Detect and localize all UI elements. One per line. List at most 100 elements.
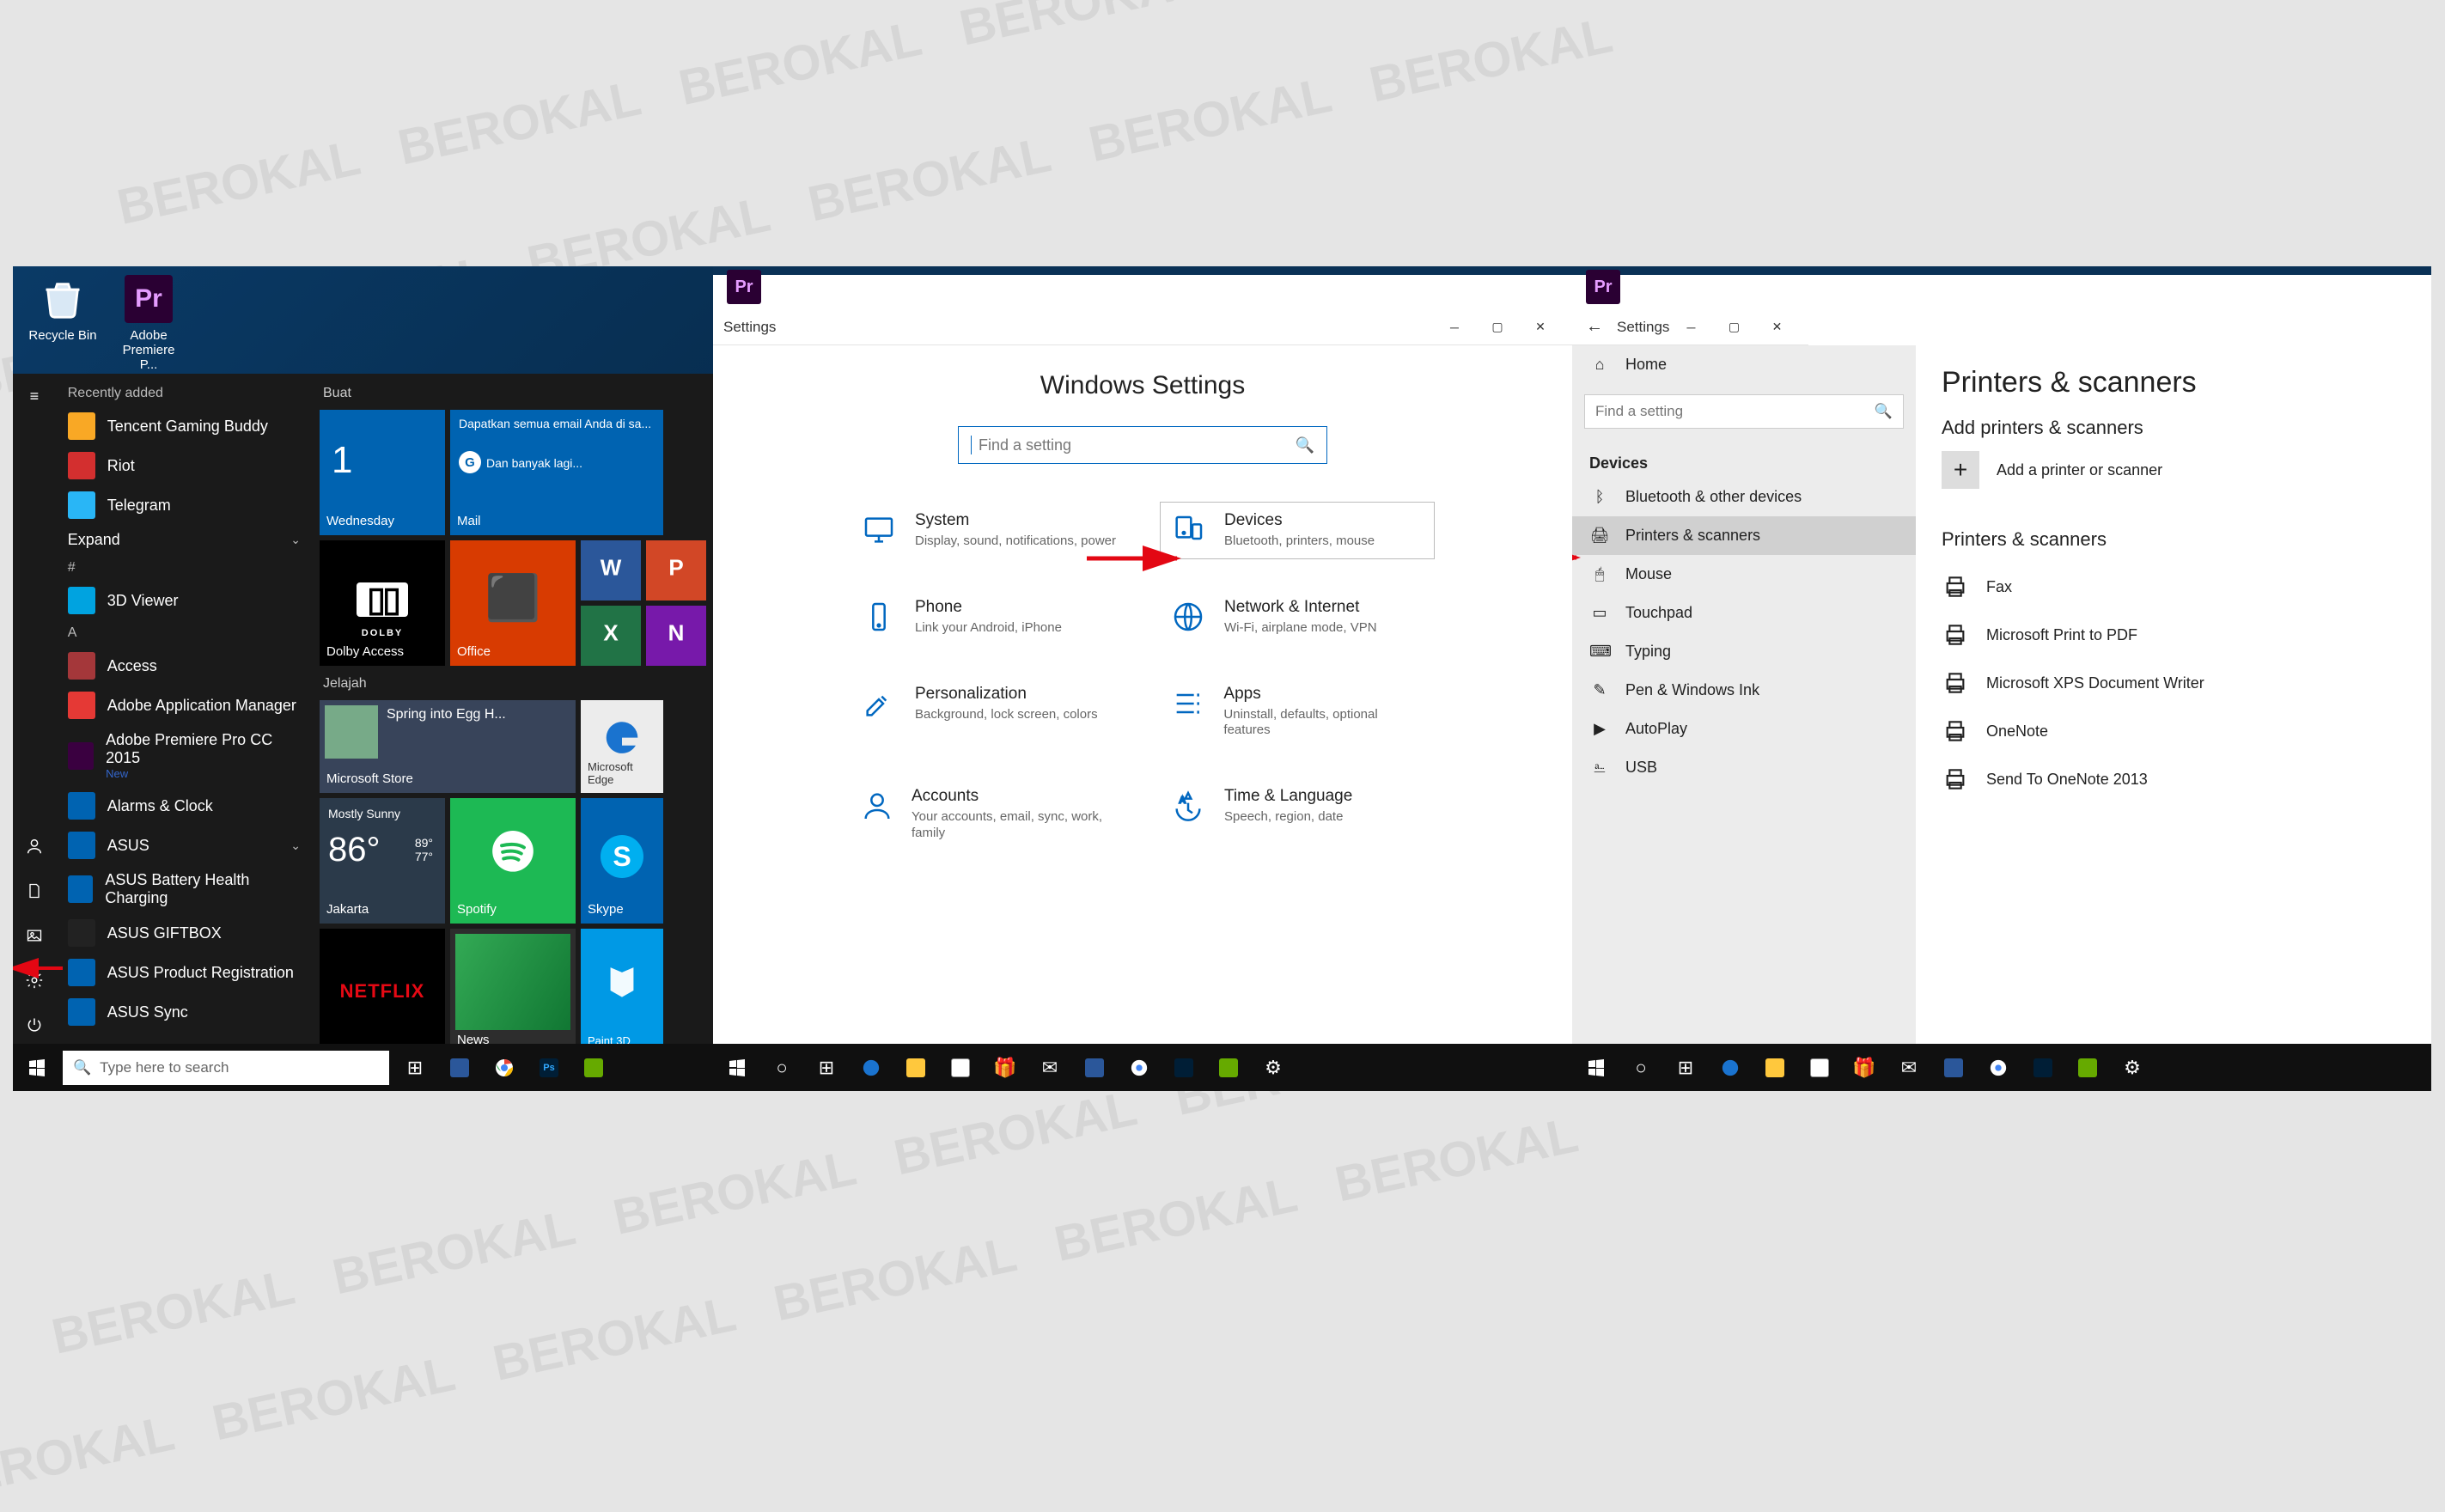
settings-card-devices[interactable]: Devices Bluetooth, printers, mouse [1160,502,1435,559]
sidebar-home[interactable]: ⌂ Home [1572,345,1916,384]
taskbar-store[interactable] [942,1049,979,1087]
app-row[interactable]: 3D Viewer [59,581,309,620]
tile-weather[interactable]: Mostly Sunny 86° 89°77° Jakarta [320,798,445,924]
add-printer-button[interactable]: + Add a printer or scanner [1942,451,2405,489]
tile-powerpoint[interactable]: P [646,540,706,601]
taskbar-app-green[interactable] [1210,1049,1247,1087]
maximize-button[interactable]: ▢ [1476,309,1519,345]
rail-expand-icon[interactable]: ≡ [22,384,46,408]
taskbar-photoshop[interactable] [2024,1049,2062,1087]
sidebar-item-printers[interactable]: 🖨 Printers & scanners [1572,516,1916,555]
settings-card-apps[interactable]: Apps Uninstall, defaults, optional featu… [1160,675,1435,749]
rail-documents-icon[interactable] [22,879,46,903]
sidebar-item-usb[interactable]: ⎁ USB [1572,748,1916,787]
rail-settings-icon[interactable] [22,968,46,992]
tile-news[interactable]: News [450,929,576,1054]
taskbar-explorer[interactable] [897,1049,935,1087]
app-list-letter[interactable]: # [59,555,309,581]
taskbar-gift[interactable]: 🎁 [986,1049,1024,1087]
printer-item[interactable]: Microsoft XPS Document Writer [1942,659,2405,707]
taskbar-mail[interactable]: ✉ [1031,1049,1069,1087]
taskbar-gift[interactable]: 🎁 [1845,1049,1883,1087]
app-row[interactable]: ASUS ⌄ [59,826,309,865]
tile-netflix[interactable]: NETFLIX [320,929,445,1054]
taskbar-app-green[interactable] [575,1049,613,1087]
tile-spotify[interactable]: Spotify [450,798,576,924]
app-list-letter[interactable]: A [59,620,309,646]
taskbar-word[interactable] [1935,1049,1972,1087]
sidebar-item-autoplay[interactable]: ▶ AutoPlay [1572,710,1916,748]
settings-card-time[interactable]: A Time & Language Speech, region, date [1160,777,1435,851]
start-button[interactable] [1577,1049,1615,1087]
app-row[interactable]: ASUS Battery Health Charging [59,865,309,913]
tile-edge[interactable]: Microsoft Edge [581,700,663,793]
rail-pictures-icon[interactable] [22,924,46,948]
expand-row[interactable]: Expand ⌄ [59,525,309,555]
tile-skype[interactable]: S Skype [581,798,663,924]
taskbar-edge[interactable] [1711,1049,1749,1087]
taskbar-search[interactable]: 🔍 Type here to search [63,1051,389,1085]
taskbar-search-icon[interactable]: ○ [1622,1049,1660,1087]
settings-card-phone[interactable]: Phone Link your Android, iPhone [851,588,1125,646]
settings-card-personalization[interactable]: Personalization Background, lock screen,… [851,675,1125,749]
maximize-button[interactable]: ▢ [1712,309,1755,345]
sidebar-search[interactable]: Find a setting 🔍 [1584,394,1904,429]
taskbar-photoshop[interactable]: Ps [530,1049,568,1087]
taskbar-photoshop[interactable] [1165,1049,1203,1087]
printer-item[interactable]: Fax [1942,563,2405,611]
desktop-icon-premiere[interactable]: Pr Adobe Premiere P... [114,275,183,372]
sidebar-item-typing[interactable]: ⌨ Typing [1572,632,1916,671]
taskbar-word[interactable] [441,1049,479,1087]
printer-item[interactable]: OneNote [1942,707,2405,755]
taskbar-explorer[interactable] [1756,1049,1794,1087]
printer-item[interactable]: Microsoft Print to PDF [1942,611,2405,659]
app-row[interactable]: Access [59,646,309,686]
taskbar-chrome[interactable] [1120,1049,1158,1087]
start-button[interactable] [18,1049,56,1087]
taskbar-edge[interactable] [852,1049,890,1087]
app-row-recent[interactable]: Riot [59,446,309,485]
taskbar-mail[interactable]: ✉ [1890,1049,1928,1087]
close-button[interactable]: ✕ [1755,309,1798,345]
taskbar-settings-open[interactable]: ⚙ [1254,1049,1292,1087]
taskbar-search-icon[interactable]: ○ [763,1049,801,1087]
rail-power-icon[interactable] [22,1013,46,1037]
minimize-button[interactable]: ─ [1433,309,1476,345]
tile-store[interactable]: Spring into Egg H... Microsoft Store [320,700,576,793]
settings-card-accounts[interactable]: Accounts Your accounts, email, sync, wor… [851,777,1125,851]
taskbar-settings-open[interactable]: ⚙ [2113,1049,2151,1087]
tile-mail[interactable]: Dapatkan semua email Anda di sa... Dan b… [450,410,663,535]
app-row[interactable]: Adobe Application Manager [59,686,309,725]
sidebar-item-pen[interactable]: ✎ Pen & Windows Ink [1572,671,1916,710]
taskbar-store[interactable] [1801,1049,1838,1087]
taskbar-chrome[interactable] [1979,1049,2017,1087]
tile-dolby[interactable]: ▯▯ DOLBY Dolby Access [320,540,445,666]
tile-office[interactable]: ⬛ Office [450,540,576,666]
start-button[interactable] [718,1049,756,1087]
sidebar-item-touchpad[interactable]: ▭ Touchpad [1572,594,1916,632]
tile-paint3d[interactable]: Paint 3D [581,929,663,1054]
taskbar-chrome[interactable] [485,1049,523,1087]
settings-card-system[interactable]: System Display, sound, notifications, po… [851,502,1125,559]
app-row[interactable]: ASUS Sync [59,992,309,1032]
minimize-button[interactable]: ─ [1669,309,1712,345]
close-button[interactable]: ✕ [1519,309,1562,345]
task-view-icon[interactable]: ⊞ [1667,1049,1704,1087]
taskbar-app-green[interactable] [2069,1049,2107,1087]
task-view-icon[interactable]: ⊞ [396,1049,434,1087]
app-row-recent[interactable]: Tencent Gaming Buddy [59,406,309,446]
sidebar-item-bluetooth[interactable]: ᛒ Bluetooth & other devices [1572,478,1916,516]
app-row-recent[interactable]: Telegram [59,485,309,525]
taskbar-word[interactable] [1076,1049,1113,1087]
tile-onenote[interactable]: N [646,606,706,666]
app-row[interactable]: Adobe Premiere Pro CC 2015New [59,725,309,786]
app-row[interactable]: ASUS Product Registration [59,953,309,992]
printer-item[interactable]: Send To OneNote 2013 [1942,755,2405,803]
app-row[interactable]: ASUS GIFTBOX [59,913,309,953]
task-view-icon[interactable]: ⊞ [808,1049,845,1087]
rail-user-icon[interactable] [22,834,46,858]
tile-excel[interactable]: X [581,606,641,666]
tile-word[interactable]: W [581,540,641,601]
tile-calendar[interactable]: Wednesday 1 [320,410,445,535]
settings-card-network[interactable]: Network & Internet Wi-Fi, airplane mode,… [1160,588,1435,646]
